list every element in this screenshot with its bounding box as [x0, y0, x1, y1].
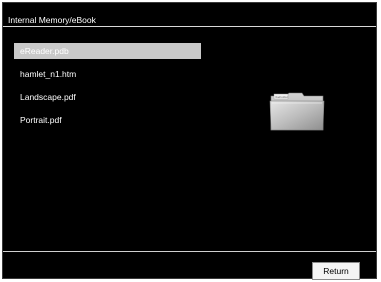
file-item-label: Portrait.pdf	[20, 115, 62, 125]
file-list: eReader.pdb hamlet_n1.htm Landscape.pdf …	[14, 43, 201, 135]
file-item-label: Landscape.pdf	[20, 92, 76, 102]
file-item-ereader-pdb[interactable]: eReader.pdb	[14, 43, 201, 59]
ereader-screen: Internal Memory/eBook eReader.pdb hamlet…	[2, 2, 377, 280]
file-item-portrait-pdf[interactable]: Portrait.pdf	[14, 112, 201, 128]
file-item-label: eReader.pdb	[20, 46, 69, 56]
file-item-label: hamlet_n1.htm	[20, 69, 77, 79]
title-bar: Internal Memory/eBook	[3, 3, 376, 27]
file-item-hamlet-htm[interactable]: hamlet_n1.htm	[14, 66, 201, 82]
return-button[interactable]: Return	[312, 262, 360, 280]
folder-icon: IkeFolder	[268, 90, 326, 132]
footer-divider	[3, 251, 376, 252]
file-item-landscape-pdf[interactable]: Landscape.pdf	[14, 89, 201, 105]
folder-tab-label: IkeFolder	[276, 95, 289, 99]
page-title: Internal Memory/eBook	[8, 15, 96, 25]
